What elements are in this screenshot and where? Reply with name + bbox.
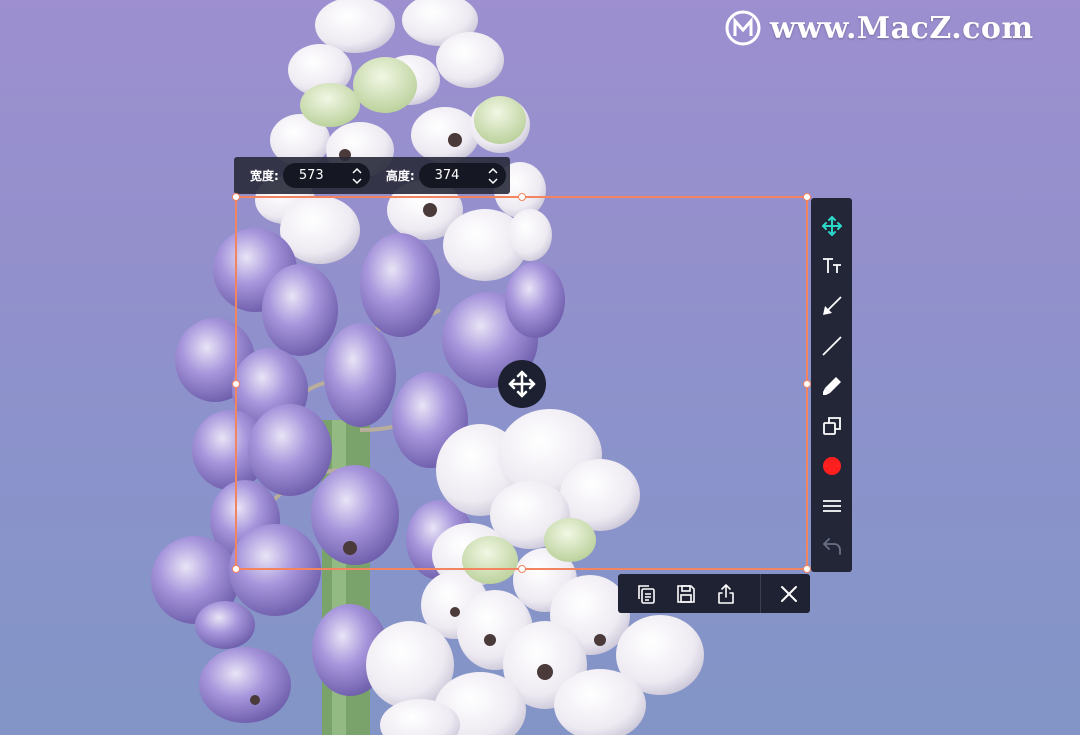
size-bar: 宽度: 573 高度: 374 xyxy=(234,157,510,194)
annotation-toolbar xyxy=(811,198,852,572)
undo-icon xyxy=(822,538,841,555)
move-icon xyxy=(821,216,842,236)
arrow-tool-button[interactable] xyxy=(811,286,852,326)
text-tool-button[interactable] xyxy=(811,246,852,286)
arrow-icon xyxy=(822,296,842,315)
resize-handle-right[interactable] xyxy=(803,380,811,388)
line-icon xyxy=(821,336,842,356)
width-stepper[interactable]: 573 xyxy=(282,163,370,188)
resize-handle-top-right[interactable] xyxy=(803,193,811,201)
height-label: 高度: xyxy=(385,169,415,183)
height-stepper[interactable]: 374 xyxy=(418,163,506,188)
copy-icon xyxy=(638,584,655,604)
move-selection-button[interactable] xyxy=(498,360,546,408)
pen-icon xyxy=(822,377,841,395)
stepper-arrows-icon[interactable] xyxy=(352,167,362,185)
width-value[interactable]: 573 xyxy=(299,168,324,183)
height-value[interactable]: 374 xyxy=(435,168,460,183)
move-tool-button[interactable] xyxy=(811,206,852,246)
watermark-text: www.MacZ.com xyxy=(770,10,1034,46)
line-width-button[interactable] xyxy=(811,486,852,526)
menu-icon xyxy=(822,500,841,512)
width-label: 宽度: xyxy=(250,169,279,183)
undo-button[interactable] xyxy=(811,526,852,566)
capture-action-bar xyxy=(618,574,810,613)
macz-logo-icon xyxy=(725,10,761,46)
resize-handle-top-left[interactable] xyxy=(232,193,240,201)
resize-handle-bottom-right[interactable] xyxy=(803,565,811,573)
color-picker-button[interactable] xyxy=(811,446,852,486)
resize-handle-top[interactable] xyxy=(518,193,526,201)
close-icon xyxy=(781,585,797,602)
shape-tool-button[interactable] xyxy=(811,406,852,446)
close-button[interactable] xyxy=(769,574,809,613)
action-bar-divider xyxy=(760,574,761,613)
copy-button[interactable] xyxy=(626,574,666,613)
share-icon xyxy=(718,583,734,604)
stepper-arrows-icon[interactable] xyxy=(488,167,498,185)
save-icon xyxy=(677,584,695,603)
macz-watermark: www.MacZ.com xyxy=(724,8,1034,48)
resize-handle-left[interactable] xyxy=(232,380,240,388)
text-icon xyxy=(822,258,841,273)
move-arrows-icon xyxy=(508,370,536,398)
color-dot-icon xyxy=(822,457,841,475)
line-tool-button[interactable] xyxy=(811,326,852,366)
shape-icon xyxy=(822,417,841,435)
save-button[interactable] xyxy=(666,574,706,613)
resize-handle-bottom-left[interactable] xyxy=(232,565,240,573)
pen-tool-button[interactable] xyxy=(811,366,852,406)
share-button[interactable] xyxy=(706,574,746,613)
resize-handle-bottom[interactable] xyxy=(518,565,526,573)
